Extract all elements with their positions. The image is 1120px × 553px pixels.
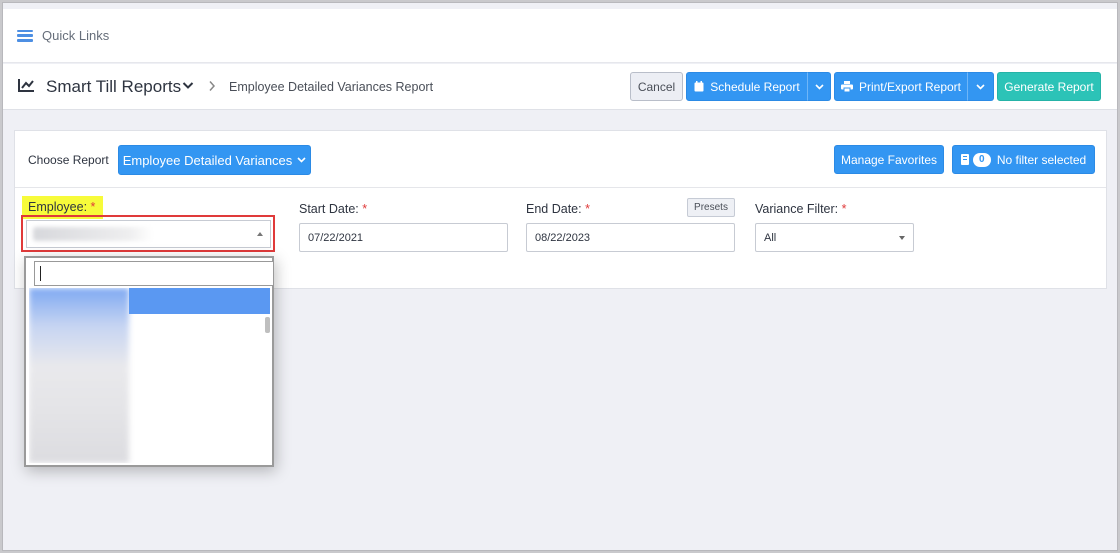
employee-dropdown <box>24 256 274 467</box>
variance-filter-label-text: Variance Filter: <box>755 202 839 216</box>
list-item-selected[interactable] <box>129 288 270 314</box>
end-date-label: End Date: * <box>526 202 590 216</box>
page-title: Smart Till Reports <box>46 77 182 96</box>
employee-search-input[interactable] <box>34 261 274 286</box>
printer-icon <box>840 81 853 92</box>
menu-icon[interactable] <box>17 29 33 42</box>
line-chart-icon <box>18 79 34 92</box>
employee-label-text: Employee: <box>28 200 88 214</box>
employee-value-redacted <box>33 227 153 241</box>
print-export-button[interactable]: Print/Export Report <box>834 72 968 101</box>
report-select-button[interactable]: Employee Detailed Variances <box>118 145 311 175</box>
report-selector-row: Choose Report Employee Detailed Variance… <box>15 131 1106 188</box>
chevron-down-icon[interactable] <box>182 81 194 90</box>
caret-up-icon <box>257 232 263 236</box>
employee-label: Employee: * <box>22 196 104 219</box>
chevron-down-icon <box>814 83 824 90</box>
schedule-dropdown-button[interactable] <box>807 72 831 101</box>
caret-down-icon <box>899 235 905 240</box>
chevron-right-icon <box>209 81 216 91</box>
variance-filter-label: Variance Filter: * <box>755 202 847 216</box>
start-date-label: Start Date: * <box>299 202 367 216</box>
scrollbar-thumb[interactable] <box>265 317 270 333</box>
filter-count-badge: 0 <box>972 152 991 167</box>
choose-report-label: Choose Report <box>28 153 109 167</box>
filter-button[interactable]: 0 No filter selected <box>952 145 1095 174</box>
presets-button[interactable]: Presets <box>687 198 735 217</box>
required-mark: * <box>362 202 368 216</box>
bookmark-icon <box>960 154 969 165</box>
page-header: Smart Till Reports Employee Detailed Var… <box>3 64 1117 110</box>
generate-report-button[interactable]: Generate Report <box>997 72 1101 101</box>
manage-favorites-button[interactable]: Manage Favorites <box>834 145 944 174</box>
variance-filter-select[interactable]: All <box>755 223 914 252</box>
breadcrumb-current: Employee Detailed Variances Report <box>229 80 434 94</box>
start-date-input[interactable]: 07/22/2021 <box>299 223 508 252</box>
employee-options-redacted <box>29 288 129 463</box>
chevron-down-icon <box>297 157 306 163</box>
variance-filter-value: All <box>764 231 777 244</box>
calendar-icon <box>694 81 704 92</box>
required-mark: * <box>585 202 590 216</box>
schedule-report-button[interactable]: Schedule Report <box>686 72 808 101</box>
quick-links-label[interactable]: Quick Links <box>42 28 109 43</box>
start-date-label-text: Start Date: <box>299 202 359 216</box>
text-cursor <box>40 266 41 281</box>
chevron-down-icon <box>976 83 985 90</box>
end-date-input[interactable]: 08/22/2023 <box>526 223 735 252</box>
report-select-label: Employee Detailed Variances <box>122 152 293 168</box>
quick-links-bar[interactable]: Quick Links <box>3 9 1117 63</box>
required-mark: * <box>90 200 96 214</box>
required-mark: * <box>841 202 847 216</box>
print-export-label: Print/Export Report <box>858 79 962 94</box>
employee-select[interactable] <box>26 220 271 248</box>
filter-label: No filter selected <box>996 152 1087 167</box>
print-dropdown-button[interactable] <box>967 72 994 101</box>
app-window: Quick Links Smart Till Reports Employee … <box>2 2 1118 551</box>
end-date-label-text: End Date: <box>526 202 582 216</box>
employee-options-list[interactable] <box>29 288 270 463</box>
schedule-report-label: Schedule Report <box>710 79 800 94</box>
cancel-button[interactable]: Cancel <box>630 72 683 101</box>
